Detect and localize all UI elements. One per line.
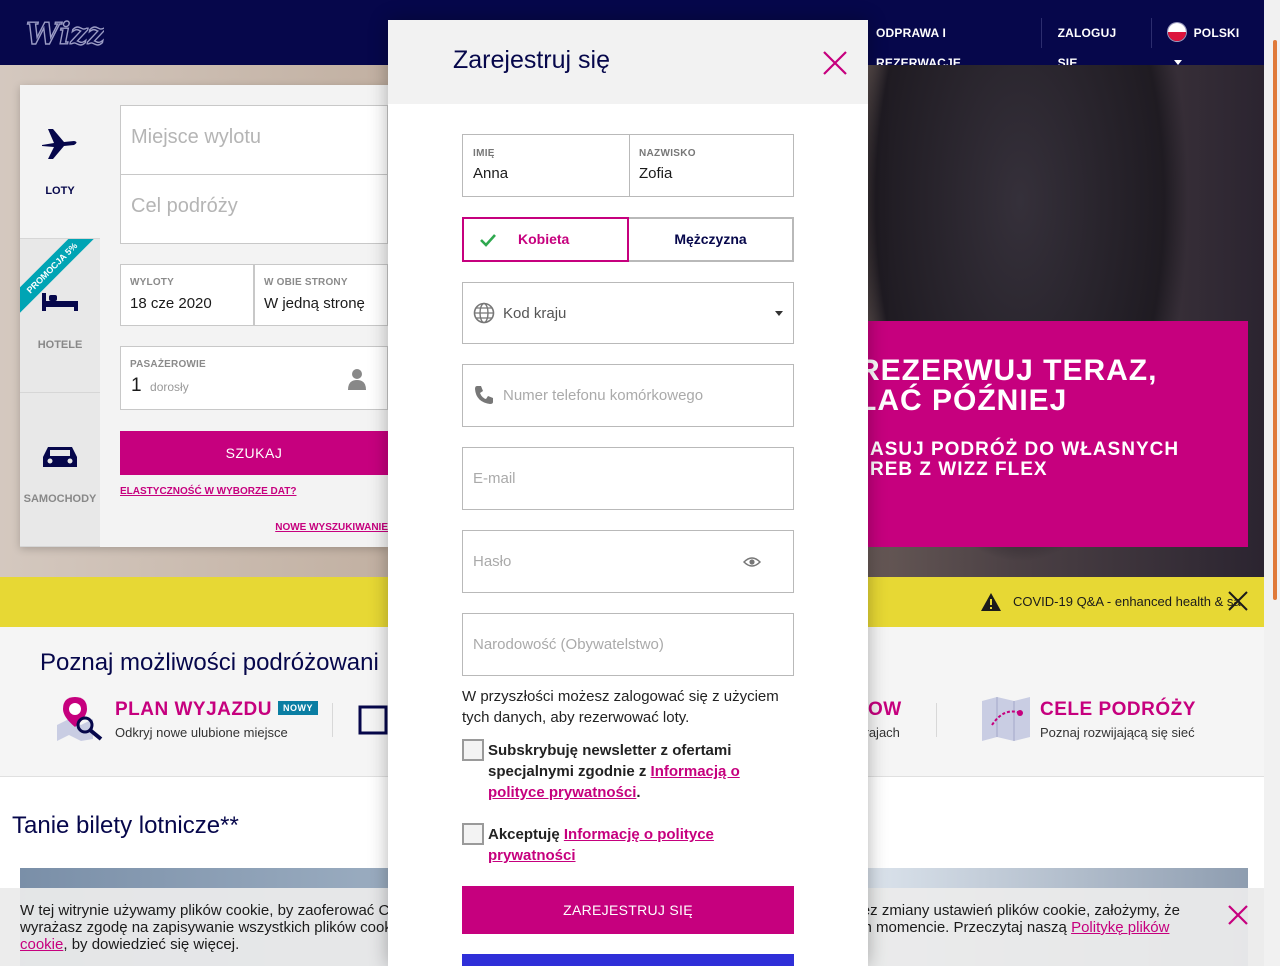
newsletter-checkbox[interactable] (462, 739, 484, 761)
gender-selector: Kobieta Mężczyzna (462, 217, 794, 262)
accept-text: Akceptuję (488, 826, 564, 843)
modal-title: Zarejestruj się (453, 46, 610, 74)
social-login-button[interactable] (462, 954, 794, 966)
phone-input[interactable]: Numer telefonu komórkowego (462, 364, 794, 427)
accept-policy-checkbox[interactable] (462, 823, 484, 845)
scrollbar-thumb[interactable] (1273, 40, 1277, 600)
first-name-field[interactable]: IMIĘ Anna (463, 135, 629, 196)
checkmark-icon (480, 234, 496, 247)
gender-female-option[interactable]: Kobieta (462, 217, 629, 262)
close-icon[interactable] (822, 50, 848, 76)
country-code-placeholder: Kod kraju (503, 305, 567, 322)
last-name-label: NAZWISKO (639, 148, 696, 159)
register-button[interactable]: ZAREJESTRUJ SIĘ (462, 886, 794, 934)
country-code-select[interactable]: Kod kraju (462, 282, 794, 344)
nationality-input[interactable]: Narodowość (Obywatelstwo) (462, 613, 794, 676)
password-input[interactable]: Hasło (462, 530, 794, 593)
first-name-value: Anna (473, 165, 509, 182)
last-name-field[interactable]: NAZWISKO Zofia (629, 135, 793, 196)
registration-modal: Zarejestruj się IMIĘ Anna NAZWISKO Zofia… (388, 20, 868, 966)
globe-icon (473, 302, 495, 324)
accept-policy-label: Akceptuję Informację o polityce prywatno… (488, 824, 778, 866)
eye-icon[interactable] (743, 555, 761, 569)
phone-icon (475, 386, 493, 404)
gender-male-option[interactable]: Mężczyzna (629, 219, 792, 260)
chevron-down-icon (775, 311, 783, 316)
password-placeholder: Hasło (473, 553, 512, 570)
first-name-label: IMIĘ (473, 148, 495, 159)
last-name-value: Zofia (639, 165, 673, 182)
phone-placeholder: Numer telefonu komórkowego (503, 387, 704, 404)
nationality-placeholder: Narodowość (Obywatelstwo) (473, 636, 664, 653)
page-scrollbar[interactable] (1264, 0, 1280, 966)
name-fields: IMIĘ Anna NAZWISKO Zofia (462, 134, 794, 197)
email-placeholder: E-mail (473, 470, 516, 487)
gender-female-label: Kobieta (518, 231, 570, 247)
email-input[interactable]: E-mail (462, 447, 794, 510)
newsletter-label: Subskrybuję newsletter z ofertami specja… (488, 742, 740, 801)
modal-header: Zarejestruj się (388, 20, 868, 104)
login-info-text: W przyszłości możesz zalogować się z uży… (462, 688, 779, 726)
